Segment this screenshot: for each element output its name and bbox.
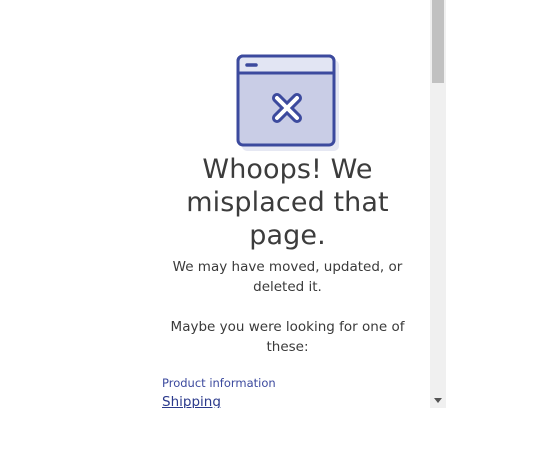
scrollbar-thumb[interactable] xyxy=(432,0,444,83)
suggestion-link-shipping[interactable]: Shipping xyxy=(162,393,221,408)
chevron-down-icon[interactable] xyxy=(430,392,446,408)
suggestion-prompt: Maybe you were looking for one of these: xyxy=(170,319,405,355)
chevron-down-glyph xyxy=(434,397,442,403)
error-message: We may have moved, updated, or deleted i… xyxy=(172,259,403,295)
browser-window-error-icon xyxy=(236,54,339,151)
vertical-scrollbar[interactable] xyxy=(430,0,446,408)
page-viewport: Whoops! We misplaced that page. We may h… xyxy=(0,0,430,408)
suggestion-section-label: Product information xyxy=(162,376,276,390)
page-title: Whoops! We misplaced that page. xyxy=(186,154,389,251)
